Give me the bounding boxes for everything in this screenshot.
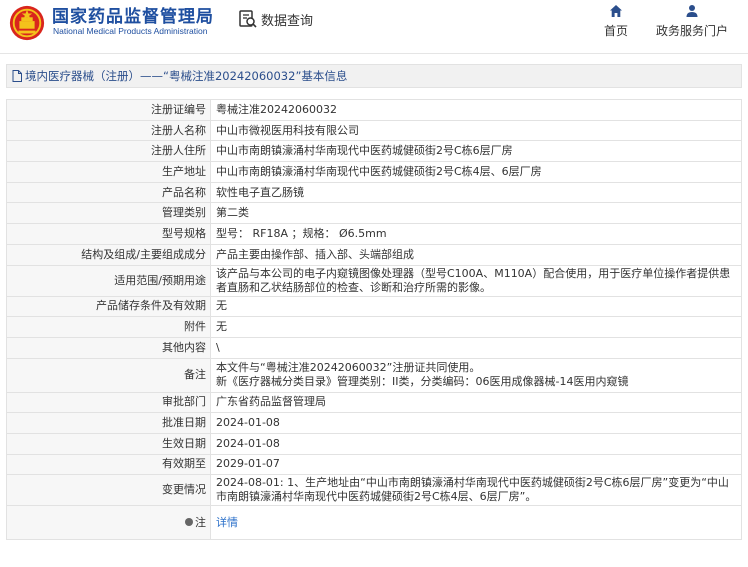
breadcrumb: 境内医疗器械（注册）——“粤械注准20242060032”基本信息 <box>6 64 742 88</box>
table-row: 型号规格 型号： RF18A ；规格： Ø6.5mm <box>6 223 742 245</box>
field-label: 注册证编号 <box>6 99 211 121</box>
field-value: 型号： RF18A ；规格： Ø6.5mm <box>210 223 742 245</box>
table-row: 注册人名称 中山市微视医用科技有限公司 <box>6 119 742 142</box>
field-label: 备注 <box>6 357 211 393</box>
registration-info-table: 注册证编号 粤械注准20242060032 注册人名称 中山市微视医用科技有限公… <box>6 99 742 541</box>
field-value: 广东省药品监督管理局 <box>210 391 742 414</box>
field-label: 生效日期 <box>6 432 211 455</box>
table-row: 附件 无 <box>6 316 742 338</box>
field-label: 结构及组成/主要组成成分 <box>6 243 211 266</box>
breadcrumb-title: 境内医疗器械（注册）——“粤械注准20242060032”基本信息 <box>25 69 348 83</box>
table-row: 产品名称 软性电子直乙肠镜 <box>6 181 742 204</box>
table-row: 批准日期 2024-01-08 <box>6 412 742 434</box>
field-value: 粤械注准20242060032 <box>210 99 742 121</box>
data-query-link[interactable]: 数据查询 <box>238 8 313 30</box>
field-label: 注册人名称 <box>6 119 211 142</box>
field-label: 附件 <box>6 316 211 338</box>
table-row: 注 详情 <box>6 505 742 541</box>
remark-line-1: 本文件与“粤械注准20242060032”注册证共同使用。 <box>216 361 481 375</box>
field-label: 注册人住所 <box>6 140 211 163</box>
portal-icon <box>686 5 698 17</box>
table-row: 审批部门 广东省药品监督管理局 <box>6 391 742 414</box>
field-label: 产品储存条件及有效期 <box>6 295 211 318</box>
table-row: 其他内容 \ <box>6 336 742 359</box>
field-label: 批准日期 <box>6 412 211 434</box>
home-icon <box>610 5 622 17</box>
field-value: 2029-01-07 <box>210 453 742 476</box>
field-value: 软性电子直乙肠镜 <box>210 181 742 204</box>
field-value: 2024-01-08 <box>210 412 742 434</box>
field-value: 2024-08-01: 1、生产地址由“中山市南朗镇濠涌村华南现代中医药城健硕街… <box>210 474 742 507</box>
table-row: 适用范围/预期用途 该产品与本公司的电子内窥镜图像处理器（型号C100A、M11… <box>6 264 742 297</box>
field-value: 无 <box>210 295 742 318</box>
brand-name: 国家药品监督管理局 <box>52 7 214 27</box>
field-label: 审批部门 <box>6 391 211 414</box>
details-link[interactable]: 详情 <box>216 516 238 529</box>
field-label: 产品名称 <box>6 181 211 204</box>
table-row: 有效期至 2029-01-07 <box>6 453 742 476</box>
note-label-cell: 注 <box>6 505 211 541</box>
field-value: 详情 <box>210 505 742 541</box>
field-value: 第二类 <box>210 202 742 225</box>
search-document-icon <box>239 10 257 28</box>
nav-home-label: 首页 <box>603 24 628 38</box>
field-value: 中山市南朗镇濠涌村华南现代中医药城健硕街2号C栋6层厂房 <box>210 140 742 163</box>
nav-home[interactable]: 首页 <box>600 4 632 39</box>
field-value: 2024-01-08 <box>210 432 742 455</box>
table-row: 变更情况 2024-08-01: 1、生产地址由“中山市南朗镇濠涌村华南现代中医… <box>6 474 742 507</box>
remark-line-2: 新《医疗器械分类目录》管理类别：II类，分类编码：06医用成像器械-14医用内窥… <box>216 375 629 389</box>
document-icon <box>12 70 22 82</box>
field-label: 生产地址 <box>6 161 211 183</box>
brand-name-english: National Medical Products Administration <box>53 26 208 36</box>
field-value: 中山市南朗镇濠涌村华南现代中医药城健硕街2号C栋4层、6层厂房 <box>210 161 742 183</box>
field-label: 其他内容 <box>6 336 211 359</box>
field-label: 有效期至 <box>6 453 211 476</box>
field-value: 该产品与本公司的电子内窥镜图像处理器（型号C100A、M110A）配合使用，用于… <box>210 264 742 297</box>
field-label: 注 <box>195 515 206 529</box>
nav-portal-label: 政务服务门户 <box>655 24 728 38</box>
table-row: 管理类别 第二类 <box>6 202 742 225</box>
field-value: 无 <box>210 316 742 338</box>
data-query-label: 数据查询 <box>261 13 314 29</box>
field-value: \ <box>210 336 742 359</box>
field-value: 产品主要由操作部、插入部、头端部组成 <box>210 243 742 266</box>
field-label: 管理类别 <box>6 202 211 225</box>
field-label: 变更情况 <box>6 474 211 507</box>
table-row: 结构及组成/主要组成成分 产品主要由操作部、插入部、头端部组成 <box>6 243 742 266</box>
table-row: 生产地址 中山市南朗镇濠涌村华南现代中医药城健硕街2号C栋4层、6层厂房 <box>6 161 742 183</box>
table-row: 注册人住所 中山市南朗镇濠涌村华南现代中医药城健硕街2号C栋6层厂房 <box>6 140 742 163</box>
table-row: 备注 本文件与“粤械注准20242060032”注册证共同使用。 新《医疗器械分… <box>6 357 742 393</box>
national-emblem-logo <box>9 5 45 41</box>
field-label: 适用范围/预期用途 <box>6 264 211 297</box>
site-header: 国家药品监督管理局 National Medical Products Admi… <box>0 0 748 54</box>
nav-gov-service-portal[interactable]: 政务服务门户 <box>652 4 732 39</box>
field-value: 中山市微视医用科技有限公司 <box>210 119 742 142</box>
field-label: 型号规格 <box>6 223 211 245</box>
table-row: 产品储存条件及有效期 无 <box>6 295 742 318</box>
table-row: 生效日期 2024-01-08 <box>6 432 742 455</box>
table-row: 注册证编号 粤械注准20242060032 <box>6 99 742 121</box>
pin-icon <box>185 517 193 526</box>
field-value: 本文件与“粤械注准20242060032”注册证共同使用。 新《医疗器械分类目录… <box>210 357 742 393</box>
